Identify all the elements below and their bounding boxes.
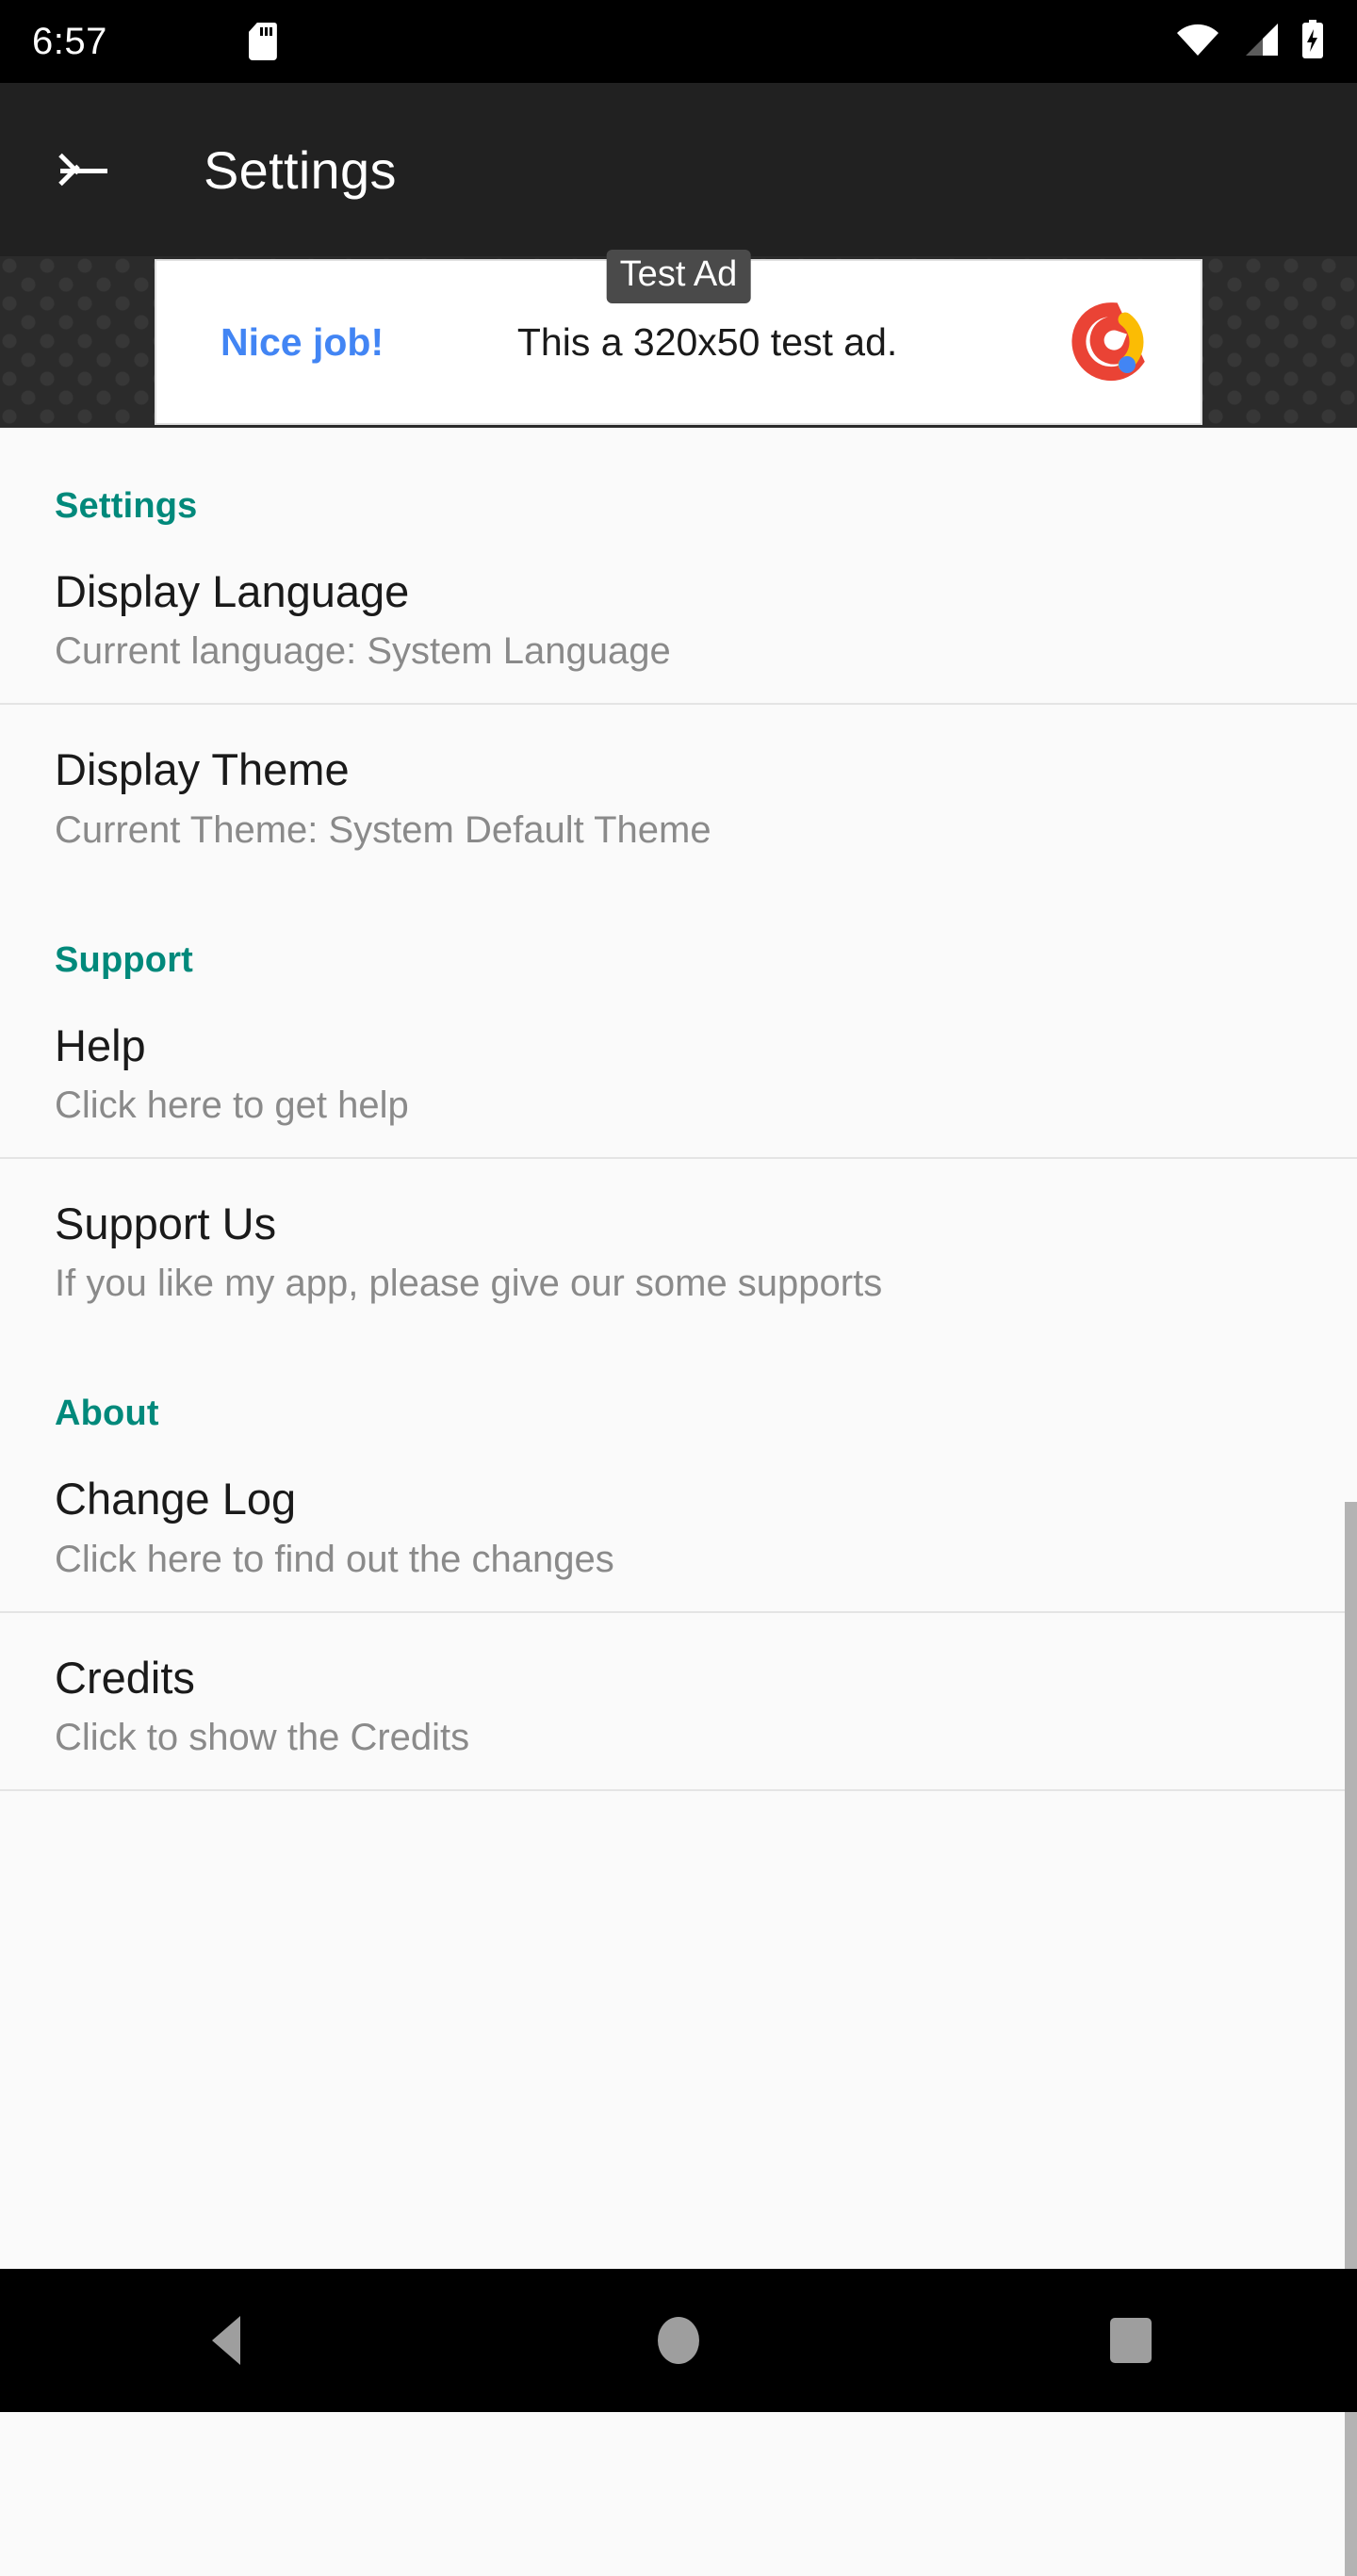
- navigation-bar: [0, 2269, 1357, 2412]
- pref-credits[interactable]: Credits Click to show the Credits: [0, 1613, 1357, 1789]
- nav-home-icon: [658, 2317, 699, 2364]
- pref-support-us[interactable]: Support Us If you like my app, please gi…: [0, 1159, 1357, 1335]
- list-divider: [0, 1788, 1357, 1791]
- sd-card-icon: [248, 23, 277, 60]
- pref-summary: Click here to find out the changes: [55, 1538, 614, 1580]
- wifi-icon: [1176, 22, 1219, 62]
- ad-test-badge: Test Ad: [606, 250, 751, 303]
- ad-body-text: This a 320x50 test ad.: [516, 319, 898, 364]
- pref-change-log[interactable]: Change Log Click here to find out the ch…: [0, 1434, 1357, 1610]
- pref-summary: Current Theme: System Default Theme: [55, 808, 711, 851]
- pref-summary: If you like my app, please give our some…: [55, 1263, 883, 1305]
- pref-title: Credits: [55, 1652, 195, 1703]
- cellular-signal-icon: [1240, 22, 1280, 62]
- status-bar-notification-icons: [248, 23, 277, 60]
- page-title: Settings: [204, 139, 397, 200]
- pref-summary: Click here to get help: [55, 1084, 409, 1126]
- section-header-support: Support: [55, 939, 194, 980]
- scrollbar-thumb[interactable]: [1345, 1502, 1357, 2576]
- pref-title: Support Us: [55, 1198, 277, 1248]
- ad-banner[interactable]: Nice job! This a 320x50 test ad. Test Ad: [155, 250, 1202, 425]
- pref-display-language[interactable]: Display Language Current language: Syste…: [0, 527, 1357, 703]
- back-arrow-icon[interactable]: [55, 140, 113, 199]
- scrollbar-track[interactable]: [1345, 428, 1357, 2576]
- pref-title: Help: [55, 1019, 146, 1070]
- section-header-about: About: [55, 1394, 159, 1434]
- pref-title: Display Language: [55, 566, 410, 616]
- nav-recents-button[interactable]: [1060, 2269, 1202, 2412]
- battery-charging-icon: [1300, 19, 1325, 64]
- pref-title: Change Log: [55, 1474, 297, 1524]
- pref-title: Display Theme: [55, 744, 350, 795]
- pref-help[interactable]: Help Click here to get help: [0, 981, 1357, 1157]
- status-bar: 6:57: [0, 0, 1357, 83]
- nav-home-button[interactable]: [608, 2269, 749, 2412]
- admob-logo: [1069, 301, 1152, 383]
- status-bar-system-icons: [1176, 19, 1325, 64]
- status-bar-clock: 6:57: [32, 20, 107, 62]
- ad-container: Nice job! This a 320x50 test ad. Test Ad: [0, 250, 1357, 428]
- nav-recents-icon: [1110, 2318, 1152, 2363]
- nav-back-icon: [212, 2316, 240, 2365]
- section-header-settings: Settings: [55, 486, 198, 526]
- pref-display-theme[interactable]: Display Theme Current Theme: System Defa…: [0, 705, 1357, 881]
- phone-screen: 6:57 Settings Nice job! This a 320x50 te…: [0, 0, 1357, 2576]
- app-bar: Settings: [0, 83, 1357, 256]
- settings-list[interactable]: Settings Display Language Current langua…: [0, 428, 1357, 2265]
- pref-summary: Click to show the Credits: [55, 1716, 470, 1758]
- nav-back-button[interactable]: [155, 2269, 297, 2412]
- pref-summary: Current language: System Language: [55, 630, 671, 673]
